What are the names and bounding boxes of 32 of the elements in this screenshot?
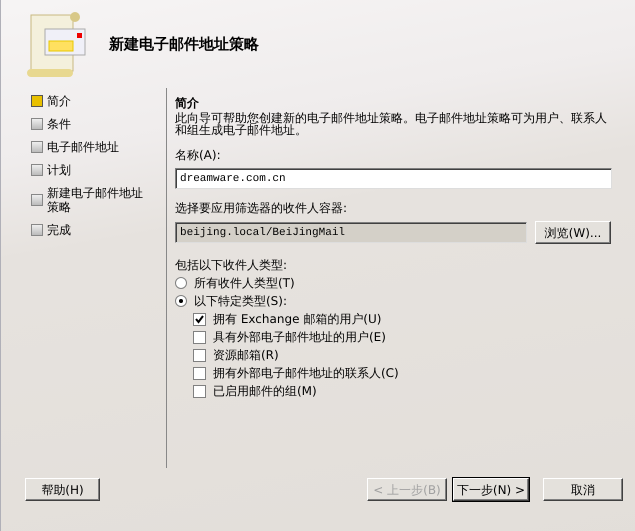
step-label: 条件 [47, 117, 72, 131]
checkbox[interactable] [193, 366, 206, 380]
radio-button[interactable] [175, 295, 187, 307]
container-field[interactable]: beijing.local/BeiJingMail [175, 222, 527, 243]
checkbox-label: 拥有 Exchange 邮箱的用户(U) [213, 311, 382, 328]
field-label: 包括以下收件人类型: [175, 257, 288, 274]
checkbox-label: 具有外部电子邮件地址的用户(E) [213, 329, 386, 346]
next-button[interactable]: 下一步(N) > [453, 478, 529, 501]
checkbox-label: 已启用邮件的组(M) [213, 383, 317, 400]
checkbox[interactable] [193, 312, 206, 326]
browse-button[interactable]: 浏览(W)... [535, 221, 611, 244]
radio-label: 以下特定类型(S): [194, 293, 288, 310]
checkbox-label: 拥有外部电子邮件地址的联系人(C) [213, 365, 399, 382]
checkbox[interactable] [193, 384, 206, 398]
checkbox[interactable] [193, 330, 206, 344]
step-label: 计划 [47, 163, 72, 177]
step-label: 完成 [47, 223, 72, 237]
field-label: 选择要应用筛选器的收件人容器: [175, 200, 348, 217]
step-label: 简介 [47, 94, 72, 108]
checkbox-label: 资源邮箱(R) [213, 347, 279, 364]
step-label: 新建电子邮件地址策略 [47, 186, 144, 214]
name-field[interactable]: dreamware.com.cn [175, 168, 612, 189]
radio-label: 所有收件人类型(T) [194, 275, 295, 292]
description-text: 此向导可帮助您创建新的电子邮件地址策略。电子邮件地址策略可为用户、联系人和组生成电子邮件地址。 [175, 112, 608, 136]
section-heading: 简介 [175, 95, 200, 112]
radio-button[interactable] [175, 277, 187, 289]
checkbox[interactable] [193, 348, 206, 362]
step-label: 电子邮件地址 [47, 140, 120, 154]
cancel-button[interactable]: 取消 [543, 478, 623, 501]
field-label: 名称(A): [175, 147, 222, 164]
wizard-title: 新建电子邮件地址策略 [109, 34, 259, 55]
help-button[interactable]: 帮助(H) [25, 478, 100, 501]
